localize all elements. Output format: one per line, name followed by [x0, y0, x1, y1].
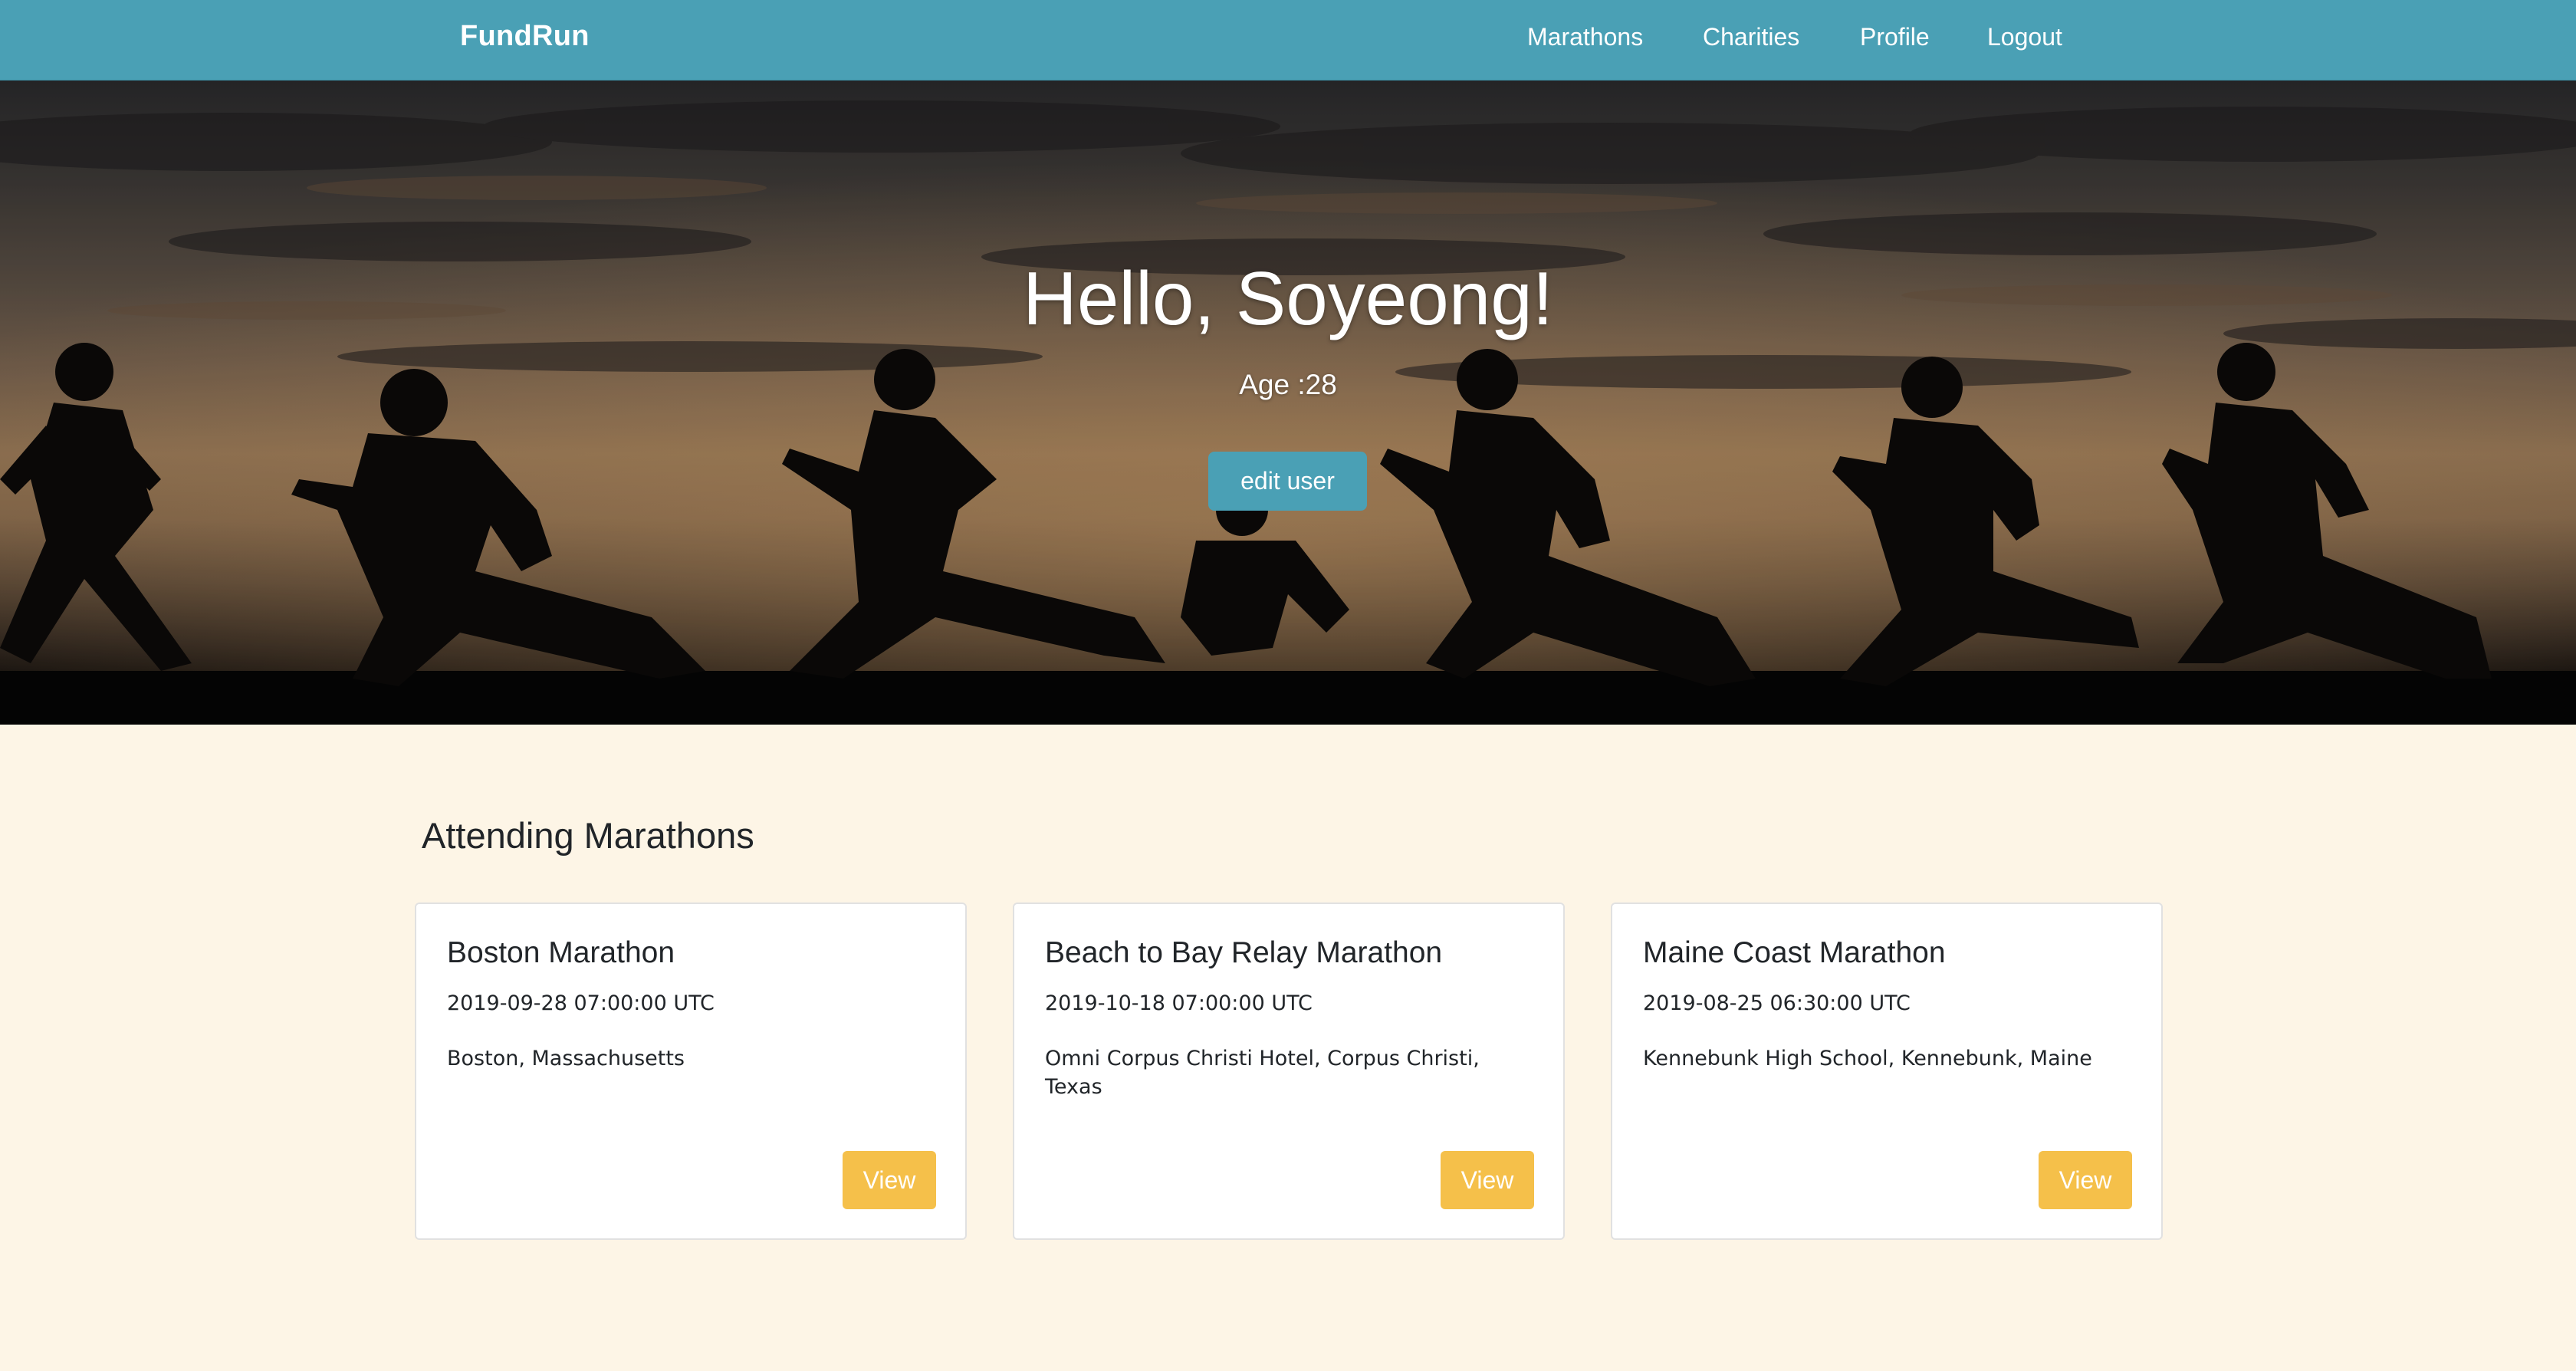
top-navbar: FundRun Marathons Charities Profile Logo… — [0, 0, 2576, 81]
nav-link-marathons[interactable]: Marathons — [1527, 23, 1643, 51]
view-marathon-button[interactable]: View — [2039, 1151, 2132, 1209]
marathon-datetime: 2019-10-18 07:00:00 UTC — [1045, 991, 1313, 1015]
age-value: 28 — [1305, 369, 1337, 400]
user-age: Age :28 — [0, 369, 2576, 401]
nav-link-profile[interactable]: Profile — [1860, 23, 1930, 51]
marathon-location: Kennebunk High School, Kennebunk, Maine — [1643, 1047, 2092, 1070]
marathon-name: Boston Marathon — [447, 936, 675, 969]
view-marathon-button[interactable]: View — [1441, 1151, 1534, 1209]
hero-banner: Hello, Soyeong! Age :28 edit user — [0, 81, 2576, 725]
attending-marathons-heading: Attending Marathons — [422, 815, 754, 856]
greeting-heading: Hello, Soyeong! — [1023, 256, 1553, 340]
marathon-datetime: 2019-09-28 07:00:00 UTC — [447, 991, 715, 1015]
marathon-datetime: 2019-08-25 06:30:00 UTC — [1643, 991, 1911, 1015]
marathon-card: Boston Marathon 2019-09-28 07:00:00 UTC … — [415, 902, 967, 1240]
marathon-name: Beach to Bay Relay Marathon — [1045, 936, 1443, 969]
marathon-location: Boston, Massachusetts — [447, 1047, 685, 1070]
nav-link-charities[interactable]: Charities — [1703, 23, 1799, 51]
marathon-card: Beach to Bay Relay Marathon 2019-10-18 0… — [1013, 902, 1565, 1240]
marathon-location: Omni Corpus Christi Hotel, Corpus Christ… — [1045, 1047, 1480, 1099]
marathon-card: Maine Coast Marathon 2019-08-25 06:30:00… — [1611, 902, 2163, 1240]
nav-link-logout[interactable]: Logout — [1987, 23, 2062, 51]
marathon-name: Maine Coast Marathon — [1643, 936, 1946, 969]
brand-logo-link[interactable]: FundRun — [460, 20, 590, 53]
view-marathon-button[interactable]: View — [843, 1151, 936, 1209]
age-label: Age : — [1239, 369, 1306, 400]
edit-user-button[interactable]: edit user — [1208, 452, 1367, 511]
